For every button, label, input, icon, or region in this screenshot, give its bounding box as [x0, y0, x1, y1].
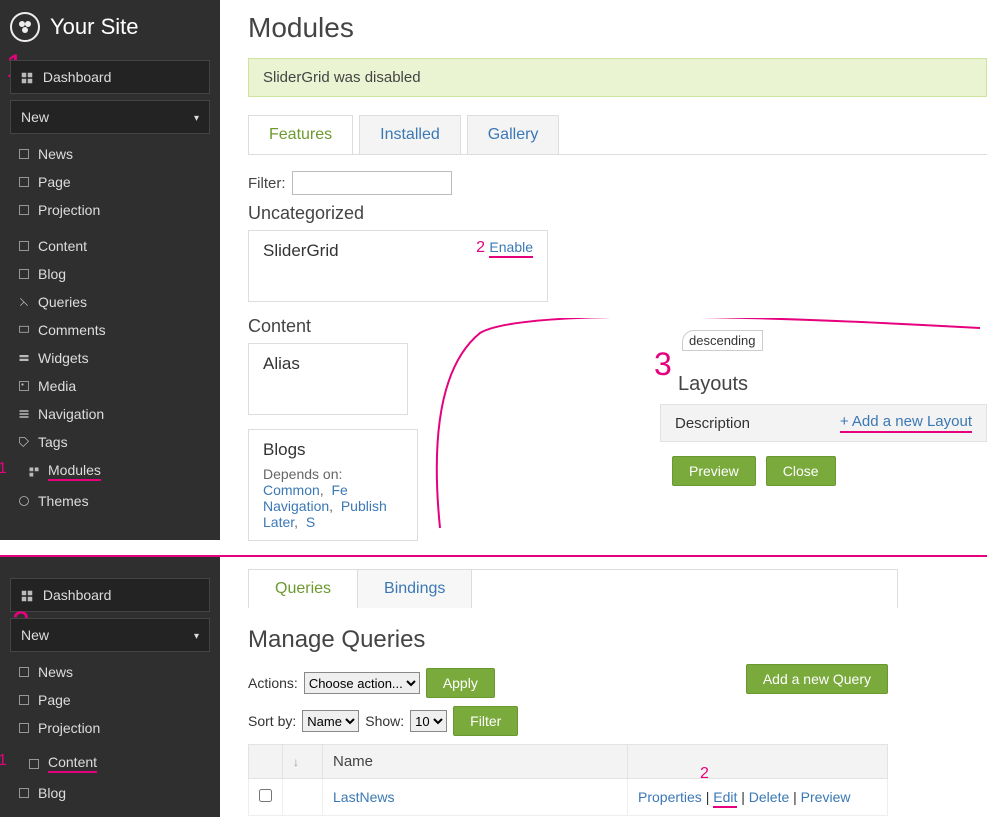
descending-label: descending	[682, 330, 763, 351]
annotation-2c: 2	[700, 765, 709, 783]
add-layout-link[interactable]: + Add a new Layout	[840, 413, 972, 433]
preview-button[interactable]: Preview	[672, 456, 756, 486]
tab-features[interactable]: Features	[248, 115, 353, 154]
col-name: Name	[323, 745, 628, 779]
queries-tabs: Queries Bindings	[248, 569, 898, 608]
dep-link[interactable]: S	[306, 514, 315, 530]
dashboard-label: Dashboard	[43, 587, 112, 603]
sidebar-new-button-2[interactable]: New ▾	[10, 618, 210, 652]
sidebar-item-comments[interactable]: Comments	[0, 316, 220, 344]
site-logo-icon	[10, 12, 40, 42]
sidebar-item-media[interactable]: Media	[0, 372, 220, 400]
table-row: LastNews 2 Properties | Edit | Delete | …	[249, 779, 888, 816]
status-notice: SliderGrid was disabled	[248, 58, 987, 97]
actions-label: Actions:	[248, 675, 298, 691]
annotation-2a: 2	[476, 239, 485, 257]
layouts-heading: Layouts	[678, 373, 987, 396]
filter-label: Filter:	[248, 175, 286, 192]
row-properties[interactable]: Properties	[638, 789, 702, 805]
query-name-link[interactable]: LastNews	[333, 789, 394, 805]
tab-installed[interactable]: Installed	[359, 115, 461, 154]
feature-card-alias: Alias	[248, 343, 408, 415]
layouts-header-bar: Description + Add a new Layout	[660, 404, 987, 442]
dep-link[interactable]: Navigation	[263, 498, 329, 514]
category-uncategorized: Uncategorized	[248, 203, 987, 224]
tab-queries[interactable]: Queries	[249, 570, 358, 608]
sort-arrow-icon[interactable]: ↓	[293, 755, 299, 769]
chevron-down-icon: ▾	[194, 631, 199, 642]
sidebar-top: Your Site 1 Dashboard New ▾ News Page Pr…	[0, 0, 220, 540]
feature-name: Blogs	[263, 440, 306, 459]
add-query-button[interactable]: Add a new Query	[746, 664, 888, 694]
actions-select[interactable]: Choose action...	[304, 672, 420, 694]
sidebar-new-projection-2[interactable]: Projection	[0, 714, 220, 742]
dashboard-label: Dashboard	[43, 69, 112, 85]
queries-main: Queries Bindings Manage Queries Actions:…	[220, 557, 987, 816]
sidebar-item-navigation[interactable]: Navigation	[0, 400, 220, 428]
tab-gallery[interactable]: Gallery	[467, 115, 560, 154]
feature-card-slidergrid: SliderGrid 2 Enable	[248, 230, 548, 302]
annotation-1b: 1	[0, 460, 7, 478]
modules-tabs: Features Installed Gallery	[248, 115, 987, 155]
filter-button[interactable]: Filter	[453, 706, 518, 736]
sidebar-dashboard-button[interactable]: Dashboard	[10, 60, 210, 94]
sidebar-new-news-2[interactable]: News	[0, 658, 220, 686]
sidebar-new-projection[interactable]: Projection	[0, 196, 220, 224]
sidebar-item-tags[interactable]: Tags	[0, 428, 220, 456]
sortby-select[interactable]: Name	[302, 710, 359, 732]
sidebar-new-news[interactable]: News	[0, 140, 220, 168]
close-button[interactable]: Close	[766, 456, 836, 486]
new-label: New	[21, 109, 49, 125]
sortby-label: Sort by:	[248, 713, 296, 729]
dep-link[interactable]: Common	[263, 482, 320, 498]
chevron-down-icon: ▾	[194, 113, 199, 124]
annotation-3: 3	[654, 346, 672, 383]
feature-name: Alias	[263, 354, 300, 373]
layouts-pane: 3 descending Layouts Description + Add a…	[660, 330, 987, 486]
page-title: Modules	[248, 12, 987, 44]
filter-input[interactable]	[292, 171, 452, 195]
show-select[interactable]: 10	[410, 710, 447, 732]
apply-button[interactable]: Apply	[426, 668, 495, 698]
feature-card-blogs: Blogs Depends on: Common, Fe Navigation,…	[248, 429, 418, 541]
sidebar-dashboard-button-2[interactable]: Dashboard	[10, 578, 210, 612]
row-delete[interactable]: Delete	[749, 789, 789, 805]
dep-link[interactable]: Fe	[331, 482, 347, 498]
queries-table: ↓ Name LastNews 2 Properties | Edit | De…	[248, 744, 888, 816]
manage-queries-title: Manage Queries	[248, 626, 987, 654]
site-title: Your Site	[50, 14, 138, 40]
annotation-1c: 1	[0, 752, 7, 770]
sidebar-item-content[interactable]: Content	[0, 232, 220, 260]
sidebar-new-page-2[interactable]: Page	[0, 686, 220, 714]
sidebar-new-button[interactable]: New ▾	[10, 100, 210, 134]
tab-bindings[interactable]: Bindings	[358, 570, 472, 608]
sidebar-new-page[interactable]: Page	[0, 168, 220, 196]
sidebar-item-blog-2[interactable]: Blog	[0, 779, 220, 807]
show-label: Show:	[365, 713, 404, 729]
sidebar-bottom: Dashboard 2 New ▾ News Page Projection 1…	[0, 557, 220, 817]
sidebar-item-themes[interactable]: Themes	[0, 487, 220, 515]
feature-name: SliderGrid	[263, 241, 339, 260]
row-preview[interactable]: Preview	[801, 789, 851, 805]
sidebar-item-content-2[interactable]: 1 Content	[0, 748, 220, 779]
modules-main: Modules SliderGrid was disabled Features…	[220, 0, 987, 555]
depends-label: Depends on:	[263, 466, 342, 482]
site-brand[interactable]: Your Site	[0, 0, 220, 54]
sidebar-item-widgets[interactable]: Widgets	[0, 344, 220, 372]
sidebar-item-queries[interactable]: Queries	[0, 288, 220, 316]
feature-enable-link[interactable]: Enable	[489, 239, 533, 258]
sidebar-item-blog[interactable]: Blog	[0, 260, 220, 288]
layouts-col-description: Description	[675, 415, 750, 432]
row-checkbox[interactable]	[259, 789, 272, 802]
new-label: New	[21, 627, 49, 643]
row-edit[interactable]: Edit	[713, 789, 737, 808]
sidebar-item-modules[interactable]: 1 Modules	[0, 456, 220, 487]
